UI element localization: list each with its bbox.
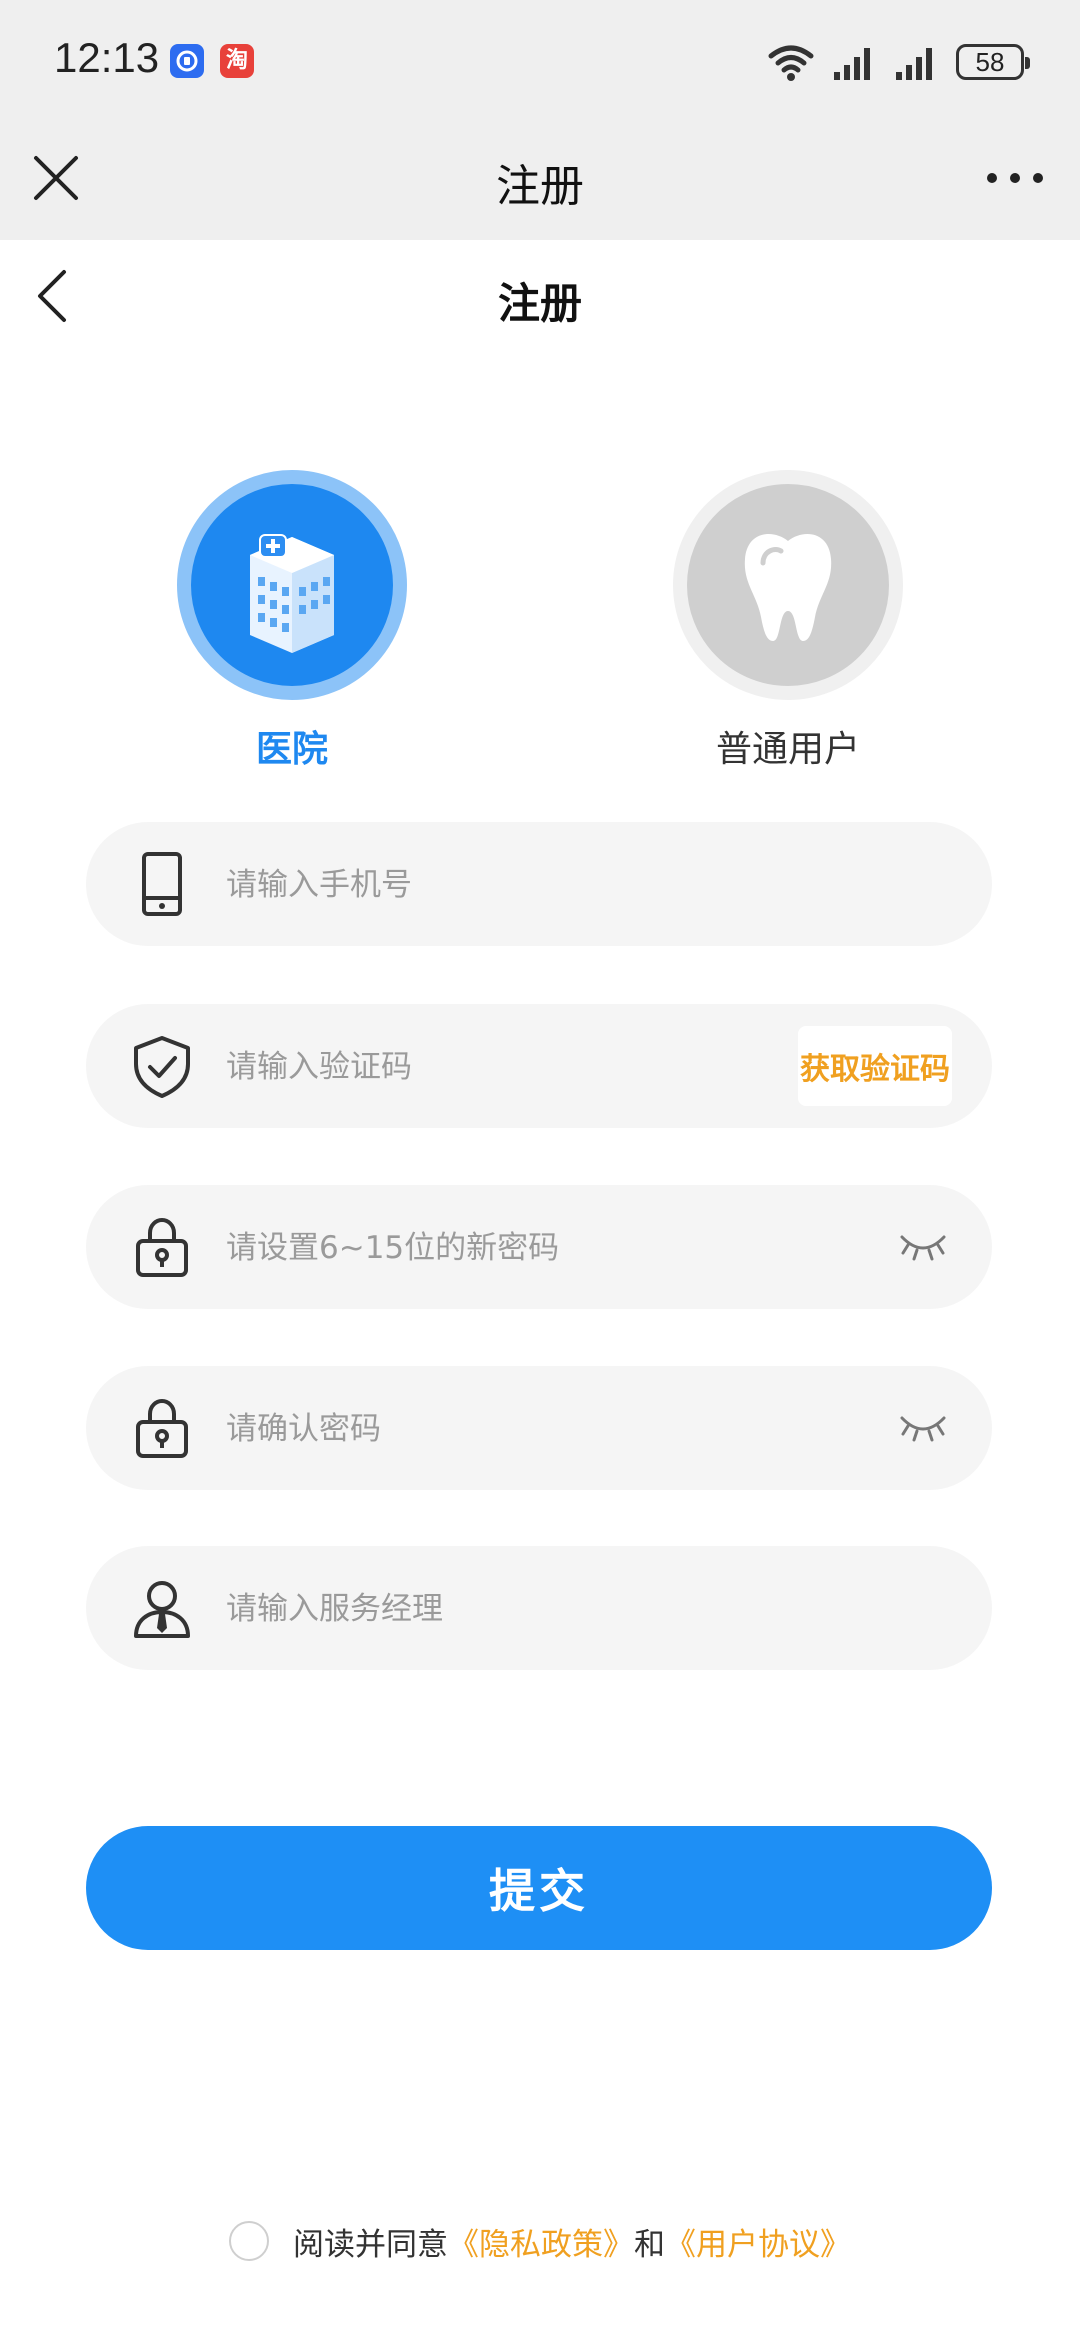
privacy-policy-link[interactable]: 《隐私政策》 — [448, 2219, 634, 2264]
phone-icon — [142, 852, 182, 916]
confirm-password-field — [86, 1366, 992, 1490]
system-icons: 58 — [768, 38, 1030, 86]
status-time: 12:13 — [54, 34, 160, 81]
password-input[interactable] — [224, 1217, 788, 1279]
agreement-and: 和 — [634, 2226, 665, 2263]
phone-input[interactable] — [224, 854, 788, 916]
app-bar: 注册 — [0, 120, 1080, 240]
role-label-hospital: 医院 — [255, 729, 328, 770]
eye-closed-icon[interactable] — [898, 1229, 948, 1265]
more-icon — [987, 173, 1043, 183]
confirm-password-input[interactable] — [224, 1398, 788, 1460]
role-option-hospital[interactable]: 医院 — [172, 470, 412, 772]
taobao-badge-text: 淘 — [225, 48, 248, 73]
phone-field — [86, 822, 992, 946]
agreement-prefix: 阅读并同意 — [293, 2226, 448, 2263]
agreement-checkbox[interactable] — [229, 2221, 269, 2261]
get-code-button[interactable]: 获取验证码 — [798, 1026, 952, 1106]
app-bar-title: 注册 — [496, 161, 584, 212]
notification-app-icon — [170, 44, 204, 78]
code-input[interactable] — [224, 1036, 668, 1098]
hospital-avatar — [177, 470, 407, 700]
lock-icon — [136, 1217, 188, 1277]
agreement-row: 阅读并同意 《隐私政策》 和 《用户协议》 — [0, 2216, 1080, 2266]
password-field — [86, 1185, 992, 1309]
role-label-user: 普通用户 — [715, 729, 860, 770]
wifi-icon — [768, 45, 814, 81]
page-header: 注册 — [0, 240, 1080, 350]
eye-closed-icon[interactable] — [898, 1410, 948, 1446]
submit-button[interactable]: 提交 — [86, 1826, 992, 1950]
shield-check-icon — [134, 1036, 190, 1098]
signal-icon-2 — [896, 48, 932, 80]
user-tie-icon — [134, 1581, 190, 1638]
manager-input[interactable] — [224, 1578, 788, 1640]
manager-field — [86, 1546, 992, 1670]
status-bar: 12:13 淘 58 — [0, 0, 1080, 120]
page-title: 注册 — [497, 279, 582, 328]
user-agreement-link[interactable]: 《用户协议》 — [665, 2219, 851, 2264]
taobao-app-icon: 淘 — [220, 44, 254, 78]
more-button[interactable] — [980, 150, 1050, 210]
hospital-building-icon — [250, 534, 334, 653]
tooth-icon — [744, 534, 832, 641]
user-avatar — [673, 470, 903, 700]
signal-icon-1 — [834, 48, 870, 80]
role-option-user[interactable]: 普通用户 — [668, 470, 908, 772]
lock-icon — [136, 1398, 188, 1458]
battery-indicator: 58 — [956, 44, 1030, 80]
code-field: 获取验证码 — [86, 1004, 992, 1128]
